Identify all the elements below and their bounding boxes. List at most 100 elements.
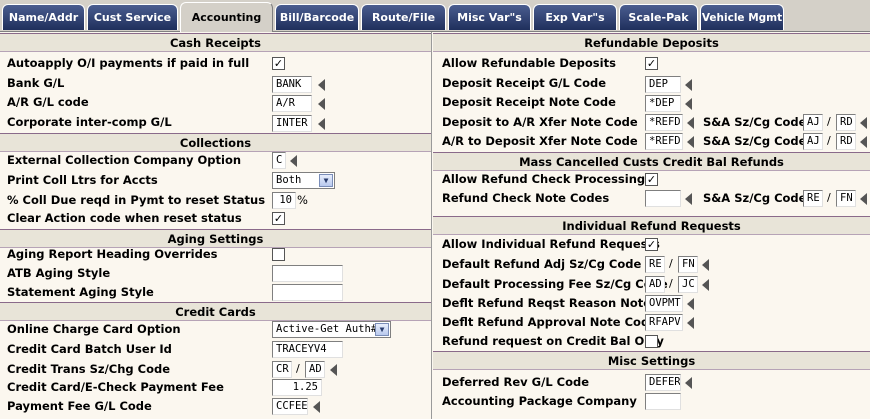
atb-aging-field[interactable] xyxy=(272,265,343,282)
trans-code-lookup-icon[interactable] xyxy=(330,364,337,376)
refund-adj-separator: / xyxy=(669,257,673,270)
deferred-rev-field[interactable]: DEFER xyxy=(645,374,681,391)
tab-exp-vars[interactable]: Exp Var"s xyxy=(533,4,617,30)
payment-fee-label: Credit Card/E-Check Payment Fee xyxy=(7,380,224,394)
to-ar-sz-field[interactable]: AJ xyxy=(803,114,823,131)
mass-sa-lookup-icon[interactable] xyxy=(860,193,867,205)
ar-gl-field[interactable]: A/R xyxy=(272,95,312,112)
tab-vehicle-mgmt[interactable]: Vehicle Mgmt xyxy=(700,4,784,30)
to-ar-note-lookup-icon[interactable] xyxy=(687,117,694,129)
ext-company-lookup-icon[interactable] xyxy=(290,155,297,167)
tab-scale-pak[interactable]: Scale-Pak xyxy=(619,4,698,30)
clear-action-checkbox[interactable]: ✓ xyxy=(272,212,285,225)
autoapply-checkbox[interactable]: ✓ xyxy=(272,57,285,70)
left-column: Cash Receipts Autoapply O/I payments if … xyxy=(0,32,432,419)
tab-bar: Name/Addr Cust Service Accounting Bill/B… xyxy=(0,0,870,32)
online-option-select[interactable]: Active-Get Auth# ▼ xyxy=(272,321,391,338)
statement-aging-field[interactable] xyxy=(272,284,343,301)
ar-to-dep-separator: / xyxy=(827,134,831,147)
tab-bill-barcode[interactable]: Bill/Barcode xyxy=(275,4,359,30)
refundable-deposits-header: Refundable Deposits xyxy=(433,33,870,52)
reason-note-lookup-icon[interactable] xyxy=(687,298,694,310)
receipt-note-field[interactable]: *DEP xyxy=(645,95,681,112)
refund-adj-sz-field[interactable]: RE xyxy=(645,256,665,273)
trans-cg-field[interactable]: AD xyxy=(305,361,325,378)
collections-header: Collections xyxy=(0,133,431,152)
aging-header: Aging Settings xyxy=(0,229,431,248)
ar-to-dep-note-field[interactable]: *REFD xyxy=(645,133,683,150)
mass-cancelled-header: Mass Cancelled Custs Credit Bal Refunds xyxy=(433,152,870,171)
fee-gl-lookup-icon[interactable] xyxy=(313,401,320,413)
credit-cards-header: Credit Cards xyxy=(0,302,431,321)
processing-fee-lookup-icon[interactable] xyxy=(702,279,709,291)
bank-gl-field[interactable]: BANK xyxy=(272,76,312,93)
trans-code-label: Credit Trans Sz/Chg Code xyxy=(7,362,171,376)
refund-adj-lookup-icon[interactable] xyxy=(702,259,709,271)
pct-due-field[interactable]: 10 xyxy=(272,192,296,209)
ext-company-field[interactable]: C xyxy=(272,152,286,169)
mass-sz-field[interactable]: RE xyxy=(803,190,823,207)
receipt-note-lookup-icon[interactable] xyxy=(685,98,692,110)
print-letters-select[interactable]: Both ▼ xyxy=(272,172,335,189)
ar-to-dep-note-lookup-icon[interactable] xyxy=(687,136,694,148)
credit-only-checkbox[interactable] xyxy=(645,335,658,348)
allow-check-checkbox[interactable]: ✓ xyxy=(645,173,658,186)
to-ar-sa-label: S&A Sz/Cg Code xyxy=(703,115,807,129)
trans-sz-field[interactable]: CR xyxy=(272,361,292,378)
refund-adj-cg-field[interactable]: FN xyxy=(678,256,698,273)
bank-gl-lookup-icon[interactable] xyxy=(318,79,325,91)
ar-to-dep-sa-lookup-icon[interactable] xyxy=(860,136,867,148)
to-ar-separator: / xyxy=(827,115,831,128)
misc-settings-header: Misc Settings xyxy=(433,351,870,370)
corp-intercomp-field[interactable]: INTER xyxy=(272,115,312,132)
receipt-gl-field[interactable]: DEP xyxy=(645,76,681,93)
heading-overrides-checkbox[interactable] xyxy=(272,248,285,261)
chevron-down-icon[interactable]: ▼ xyxy=(319,174,333,187)
online-option-label: Online Charge Card Option xyxy=(7,322,181,336)
receipt-gl-lookup-icon[interactable] xyxy=(685,79,692,91)
corp-intercomp-lookup-icon[interactable] xyxy=(318,118,325,130)
tab-accounting[interactable]: Accounting xyxy=(180,2,273,32)
allow-check-label: Allow Refund Check Processing xyxy=(442,172,646,186)
tab-cust-service[interactable]: Cust Service xyxy=(87,4,178,30)
to-ar-cg-field[interactable]: RD xyxy=(836,114,856,131)
allow-refundable-label: Allow Refundable Deposits xyxy=(442,56,616,70)
online-option-value: Active-Get Auth# xyxy=(276,323,378,335)
processing-fee-cg-field[interactable]: JC xyxy=(678,276,698,293)
deferred-rev-label: Deferred Rev G/L Code xyxy=(442,375,590,389)
check-note-field[interactable] xyxy=(645,190,681,207)
package-company-label: Accounting Package Company xyxy=(442,394,637,408)
ar-to-dep-cg-field[interactable]: RD xyxy=(836,133,856,150)
autoapply-label: Autoapply O/I payments if paid in full xyxy=(7,56,250,70)
tab-name-addr[interactable]: Name/Addr xyxy=(2,4,85,30)
allow-refundable-checkbox[interactable]: ✓ xyxy=(645,57,658,70)
processing-fee-sz-field[interactable]: AD xyxy=(645,276,665,293)
tab-route-file[interactable]: Route/File xyxy=(361,4,446,30)
batch-user-field[interactable]: TRACEYV4 xyxy=(272,341,343,358)
ar-to-dep-sa-label: S&A Sz/Cg Code xyxy=(703,134,807,148)
chevron-down-icon[interactable]: ▼ xyxy=(375,323,389,336)
statement-aging-label: Statement Aging Style xyxy=(7,285,154,299)
to-ar-note-field[interactable]: *REFD xyxy=(645,114,683,131)
corp-intercomp-label: Corporate inter-comp G/L xyxy=(7,115,172,129)
ar-gl-lookup-icon[interactable] xyxy=(318,98,325,110)
deferred-rev-lookup-icon[interactable] xyxy=(685,377,692,389)
check-note-lookup-icon[interactable] xyxy=(685,193,692,205)
package-company-field[interactable] xyxy=(645,393,681,410)
reason-note-field[interactable]: OVPMT xyxy=(645,295,683,312)
mass-cg-field[interactable]: FN xyxy=(836,190,856,207)
approval-note-field[interactable]: RFAPV xyxy=(645,314,683,331)
allow-individual-checkbox[interactable]: ✓ xyxy=(645,238,658,251)
to-ar-sa-lookup-icon[interactable] xyxy=(860,117,867,129)
ar-to-dep-note-label: A/R to Deposit Xfer Note Code xyxy=(442,134,638,148)
ar-to-dep-sz-field[interactable]: AJ xyxy=(803,133,823,150)
allow-individual-label: Allow Individual Refund Requests xyxy=(442,237,660,251)
fee-gl-field[interactable]: CCFEE xyxy=(272,398,308,415)
tab-misc-vars[interactable]: Misc Var"s xyxy=(448,4,531,30)
batch-user-label: Credit Card Batch User Id xyxy=(7,342,172,356)
approval-note-lookup-icon[interactable] xyxy=(687,317,694,329)
payment-fee-field[interactable]: 1.25 xyxy=(272,379,322,396)
accounting-panel: Cash Receipts Autoapply O/I payments if … xyxy=(0,32,870,419)
clear-action-label: Clear Action code when reset status xyxy=(7,211,242,225)
reason-note-label: Deflt Refund Reqst Reason Note Cd xyxy=(442,296,672,310)
